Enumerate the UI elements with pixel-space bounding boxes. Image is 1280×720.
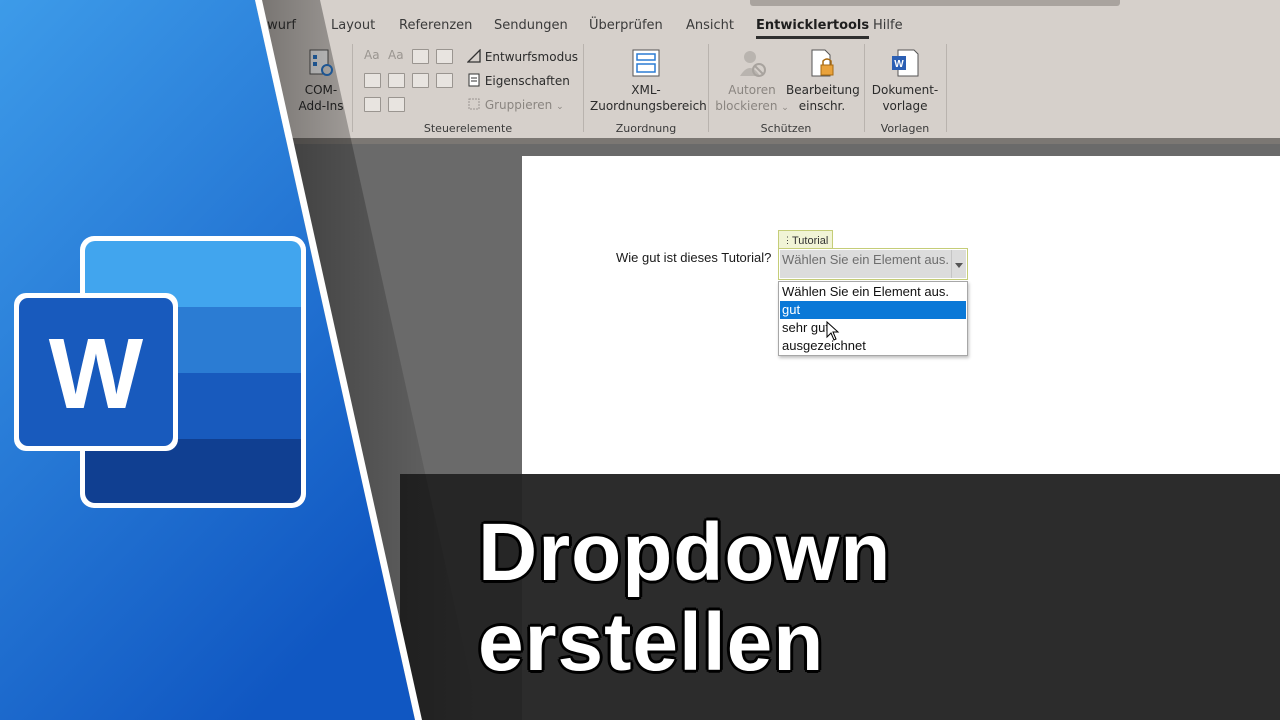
dropdown-option[interactable]: sehr gut bbox=[780, 319, 966, 337]
date-control-icon[interactable] bbox=[436, 73, 453, 88]
restrict-editing-button[interactable]: Bearbeitung einschr. bbox=[786, 48, 860, 114]
legacy-tools-icon[interactable] bbox=[364, 97, 381, 112]
restrict-editing-label-2: einschr. bbox=[798, 99, 846, 113]
tab-entwurf[interactable]: twurf bbox=[262, 18, 296, 33]
chevron-down-icon: ⌄ bbox=[556, 102, 564, 112]
tab-hilfe[interactable]: Hilfe bbox=[873, 18, 903, 33]
dropdown-arrow-icon[interactable] bbox=[951, 250, 966, 278]
svg-text:W: W bbox=[894, 59, 904, 70]
group-separator bbox=[583, 44, 584, 132]
question-text: Wie gut ist dieses Tutorial? bbox=[616, 250, 772, 265]
picture-control-icon[interactable] bbox=[412, 49, 429, 64]
thumbnail-title-line-1: Dropdown bbox=[478, 507, 892, 598]
ribbon-shadow bbox=[0, 138, 1280, 144]
drag-handle-icon[interactable]: ⋮ bbox=[783, 235, 792, 245]
group-label-zuordnung: Zuordnung bbox=[615, 122, 677, 135]
tab-layout[interactable]: Layout bbox=[331, 18, 375, 33]
building-block-icon[interactable] bbox=[436, 49, 453, 64]
title-bar-strip bbox=[750, 0, 1120, 6]
document-template-label-2: vorlage bbox=[882, 99, 928, 113]
group-label-vorlagen: Vorlagen bbox=[880, 122, 930, 135]
block-authors-icon bbox=[740, 51, 766, 77]
properties-label: Eigenschaften bbox=[484, 74, 570, 88]
thumbnail-title-line-2: erstellen bbox=[478, 597, 825, 688]
tab-ueberpruefen[interactable]: Überprüfen bbox=[589, 18, 663, 33]
document-template-button[interactable]: W Dokument- vorlage bbox=[870, 48, 940, 114]
dropdown-option[interactable]: ausgezeichnet bbox=[780, 337, 966, 355]
dropdown-option-selected[interactable]: gut bbox=[780, 301, 966, 319]
dropdown-content-control[interactable]: Wählen Sie ein Element aus. bbox=[778, 248, 968, 280]
group-separator bbox=[946, 44, 947, 132]
xml-mapping-icon bbox=[632, 49, 660, 77]
restrict-editing-label-1: Bearbeitung bbox=[786, 83, 860, 97]
dropdown-control-icon[interactable] bbox=[412, 73, 429, 88]
group-label-schuetzen: Schützen bbox=[760, 122, 812, 135]
xml-mapping-button[interactable]: XML- Zuordnungsbereich bbox=[590, 48, 707, 114]
group-icon bbox=[468, 98, 480, 110]
document-template-label-1: Dokument- bbox=[871, 83, 939, 97]
word-screenshot: twurf Layout Referenzen Sendungen Überpr… bbox=[0, 0, 1280, 720]
content-control-tag[interactable]: ⋮Tutorial bbox=[778, 230, 834, 250]
tab-referenzen[interactable]: Referenzen bbox=[399, 18, 472, 33]
block-authors-label-1: Autoren bbox=[728, 83, 776, 97]
dropdown-option[interactable]: Wählen Sie ein Element aus. bbox=[780, 283, 966, 301]
text-control-icon: Aa bbox=[364, 48, 380, 62]
repeating-section-icon[interactable] bbox=[388, 97, 405, 112]
group-button[interactable]: Gruppieren ⌄ bbox=[467, 97, 564, 112]
properties-icon bbox=[468, 73, 480, 87]
combobox-control-icon[interactable] bbox=[388, 73, 405, 88]
content-control-title: Tutorial bbox=[792, 235, 829, 247]
properties-button[interactable]: Eigenschaften bbox=[467, 73, 570, 88]
group-separator bbox=[864, 44, 865, 132]
lock-document-icon bbox=[811, 49, 834, 77]
block-authors-button[interactable]: Autoren blockieren ⌄ bbox=[714, 48, 790, 116]
word-document-icon: W bbox=[892, 49, 919, 77]
group-label: Gruppieren bbox=[484, 98, 553, 112]
tab-ansicht[interactable]: Ansicht bbox=[686, 18, 734, 33]
design-mode-icon bbox=[466, 48, 481, 63]
group-separator bbox=[708, 44, 709, 132]
xml-label-2: Zuordnungsbereich bbox=[590, 99, 707, 113]
word-logo: W bbox=[14, 236, 306, 508]
checkbox-control-icon[interactable] bbox=[364, 73, 381, 88]
mouse-cursor-icon bbox=[826, 321, 840, 341]
xml-label-1: XML- bbox=[631, 83, 661, 97]
dropdown-placeholder[interactable]: Wählen Sie ein Element aus. bbox=[780, 250, 952, 278]
group-label-steuerelemente: Steuerelemente bbox=[423, 122, 513, 135]
logo-letter: W bbox=[49, 318, 144, 430]
design-mode-button[interactable]: Entwurfsmodus bbox=[466, 48, 579, 64]
com-addins-button[interactable]: COM- Add-Ins bbox=[296, 48, 346, 114]
design-mode-label: Entwurfsmodus bbox=[484, 50, 579, 64]
block-authors-label-2: blockieren ⌄ bbox=[715, 99, 789, 113]
tab-sendungen[interactable]: Sendungen bbox=[494, 18, 568, 33]
dropdown-list: Wählen Sie ein Element aus. gut sehr gut… bbox=[778, 281, 968, 356]
plain-text-control-icon: Aa bbox=[388, 48, 404, 62]
com-addins-label-2: Add-Ins bbox=[298, 99, 344, 113]
ribbon: twurf Layout Referenzen Sendungen Überpr… bbox=[0, 0, 1280, 140]
group-separator bbox=[352, 44, 353, 132]
com-addins-icon bbox=[309, 49, 333, 76]
tab-entwicklertools[interactable]: Entwicklertools bbox=[756, 18, 870, 39]
com-addins-label-1: COM- bbox=[304, 83, 338, 97]
